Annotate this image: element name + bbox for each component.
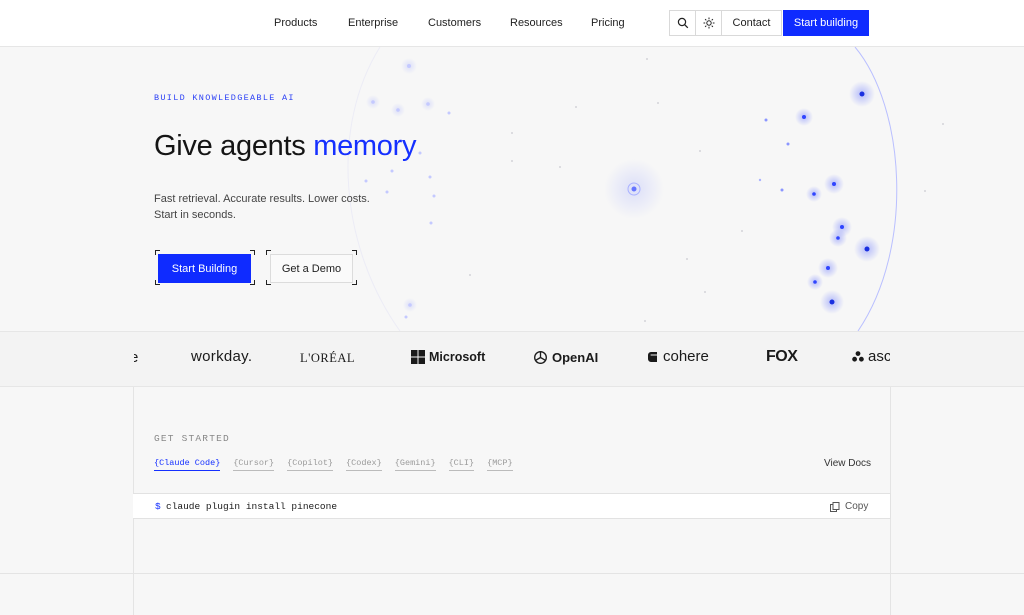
logo-openai: OpenAI	[533, 350, 598, 365]
logo-partial-left: e	[134, 349, 138, 366]
nav-customers[interactable]: Customers	[428, 17, 481, 29]
start-building-button[interactable]: Start Building	[158, 254, 251, 283]
tab-cli[interactable]: {CLI}	[448, 458, 475, 471]
logo-workday: workday.	[191, 348, 253, 365]
view-docs-link[interactable]: View Docs	[824, 458, 871, 469]
sun-icon	[703, 17, 714, 29]
openai-mark-icon	[534, 351, 547, 364]
tab-copilot[interactable]: {Copilot}	[287, 458, 334, 471]
vector-constellation-graphic	[347, 47, 944, 331]
hero-title: Give agents memory	[154, 130, 416, 163]
logo-track: e workday. L'ORÉAL Microsoft OpenAI cohe	[134, 332, 890, 386]
top-navigation: Products Enterprise Customers Resources …	[0, 0, 1024, 47]
tab-codex[interactable]: {Codex}	[346, 458, 382, 471]
get-a-demo-button[interactable]: Get a Demo	[270, 254, 353, 283]
customer-logo-strip: e workday. L'ORÉAL Microsoft OpenAI cohe	[0, 331, 1024, 387]
install-command-text: claude plugin install pinecone	[166, 501, 338, 512]
copy-label: Copy	[845, 501, 869, 512]
logo-microsoft: Microsoft	[411, 350, 485, 364]
logo-cohere-text: cohere	[663, 348, 709, 365]
hero-subtitle: Fast retrieval. Accurate results. Lower …	[154, 193, 370, 221]
logo-partial-right: asc	[852, 348, 890, 365]
command-prompt-symbol: $	[155, 501, 161, 512]
hero-title-accent: memory	[313, 130, 417, 162]
logo-asc-text: asc	[868, 348, 890, 365]
install-command-box: $ claude plugin install pinecone Copy	[133, 493, 891, 519]
hero-title-prefix: Give agents	[154, 130, 314, 162]
hero-section: BUILD KNOWLEDGEABLE AI Give agents memor…	[0, 47, 1024, 331]
asana-mark-icon	[852, 351, 864, 362]
section-divider	[0, 573, 1024, 574]
microsoft-mark-icon	[411, 350, 425, 364]
logo-fox: FOX	[766, 348, 798, 365]
tab-mcp[interactable]: {MCP}	[487, 458, 513, 471]
tab-cursor[interactable]: {Cursor}	[233, 458, 275, 471]
logo-loreal: L'ORÉAL	[300, 351, 356, 365]
contact-button[interactable]: Contact	[722, 10, 782, 36]
search-icon	[677, 17, 688, 29]
logo-cohere: cohere	[647, 348, 709, 365]
logo-openai-text: OpenAI	[552, 350, 599, 365]
get-started-label: GET STARTED	[154, 433, 230, 444]
start-building-nav-button[interactable]: Start building	[783, 10, 869, 36]
nav-enterprise[interactable]: Enterprise	[348, 17, 398, 29]
search-button[interactable]	[669, 10, 696, 36]
nav-resources[interactable]: Resources	[510, 17, 563, 29]
tab-claude-code[interactable]: {Claude Code}	[154, 458, 221, 471]
copy-button[interactable]: Copy	[830, 501, 868, 512]
get-started-section: GET STARTED {Claude Code} {Cursor} {Copi…	[0, 387, 1024, 573]
tab-gemini[interactable]: {Gemini}	[394, 458, 436, 471]
nav-pricing[interactable]: Pricing	[591, 17, 625, 29]
copy-icon	[830, 501, 840, 512]
integration-tabs: {Claude Code} {Cursor} {Copilot} {Codex}…	[154, 458, 513, 471]
logo-microsoft-text: Microsoft	[429, 350, 486, 364]
nav-products[interactable]: Products	[274, 17, 317, 29]
hero-eyebrow: BUILD KNOWLEDGEABLE AI	[154, 93, 295, 103]
cohere-mark-icon	[648, 351, 657, 362]
theme-toggle-button[interactable]	[695, 10, 722, 36]
